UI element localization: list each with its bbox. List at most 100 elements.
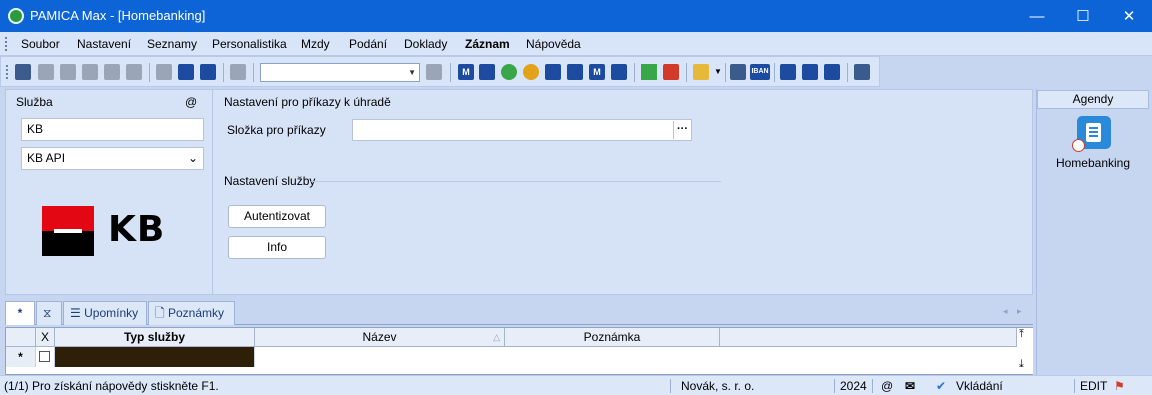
agendy-header[interactable]: Agendy	[1037, 90, 1149, 109]
menu-seznamy[interactable]: Seznamy	[147, 37, 197, 51]
m-filter-icon[interactable]	[479, 64, 495, 80]
red-flag-icon: ⚑	[1114, 379, 1125, 393]
toolbar-combo[interactable]: ▼	[260, 63, 420, 82]
bottom-tab-strip: * ⧖ ☰ Upomínky 🗋 Poznámky ◂ ▸	[5, 301, 1033, 325]
orange-user-icon[interactable]	[523, 64, 539, 80]
maximize-button[interactable]: ☐	[1060, 0, 1106, 32]
service-type-value: KB API	[27, 151, 66, 165]
row-checkbox[interactable]	[39, 351, 50, 362]
grid-header-poznamka[interactable]: Poznámka	[505, 328, 720, 347]
menu-doklady[interactable]: Doklady	[404, 37, 447, 51]
menu-zaznam[interactable]: Záznam	[465, 37, 510, 51]
menu-grip	[5, 37, 7, 51]
grid-x-header[interactable]: X	[36, 328, 55, 347]
tab-upominky[interactable]: ☰ Upomínky	[63, 301, 147, 325]
list2-icon[interactable]	[824, 64, 840, 80]
new-record-icon[interactable]	[15, 64, 31, 80]
folder-label: Složka pro příkazy	[227, 123, 326, 137]
tab-scroll-left-icon[interactable]: ◂	[1003, 306, 1008, 317]
menu-podani[interactable]: Podání	[349, 37, 387, 51]
status-mode: Vkládání	[956, 379, 1003, 393]
authenticate-button[interactable]: Autentizovat	[228, 205, 326, 228]
menu-soubor[interactable]: Soubor	[21, 37, 60, 51]
filter-icon[interactable]	[426, 64, 442, 80]
chevron-down-icon: ⌄	[187, 151, 198, 165]
title-bar: PAMICA Max - [Homebanking] — ☐ ✕	[0, 0, 1152, 32]
folder-path-input[interactable]	[352, 119, 692, 141]
payments-heading: Nastavení pro příkazy k úhradě	[224, 95, 391, 109]
tab-filter[interactable]: ⧖	[36, 301, 62, 325]
status-edit: EDIT	[1080, 379, 1108, 393]
menu-nastaveni[interactable]: Nastavení	[77, 37, 131, 51]
folder-dropdown-icon[interactable]: ▼	[714, 67, 722, 76]
check-month-icon[interactable]	[567, 64, 583, 80]
list-icon: ☰	[70, 306, 81, 320]
m-add-icon[interactable]	[611, 64, 627, 80]
section-divider	[311, 181, 721, 182]
app-logo-icon	[8, 8, 24, 24]
green-user-icon[interactable]	[501, 64, 517, 80]
info-button[interactable]: Info	[228, 236, 326, 259]
toolbar-separator	[847, 63, 848, 82]
print-preview-icon[interactable]	[82, 64, 98, 80]
status-separator	[872, 379, 873, 393]
calculator-icon[interactable]	[730, 64, 746, 80]
tab-poznamky[interactable]: 🗋 Poznámky	[148, 301, 235, 325]
sort-icon: △	[493, 332, 500, 342]
paste-icon[interactable]	[230, 64, 246, 80]
homebanking-label[interactable]: Homebanking	[1037, 156, 1149, 170]
at-sign-label: @	[185, 95, 198, 109]
kb-logo-text: KB	[108, 209, 166, 250]
tab-all[interactable]: *	[5, 301, 35, 325]
folder-icon[interactable]	[693, 64, 709, 80]
grid-header-typ-sluzby[interactable]: Typ služby	[55, 328, 255, 347]
window-icon[interactable]	[780, 64, 796, 80]
status-separator	[670, 379, 671, 393]
grid-scrollbar[interactable]: ⤒ ⤓	[1017, 328, 1033, 374]
export-icon[interactable]	[104, 64, 120, 80]
kb-logo-icon	[42, 206, 94, 256]
toolbar-separator	[774, 63, 775, 82]
delete-icon[interactable]	[126, 64, 142, 80]
page-icon[interactable]	[156, 64, 172, 80]
calendar-icon[interactable]	[545, 64, 561, 80]
m-report-icon[interactable]: M	[458, 64, 474, 80]
save-all-icon[interactable]	[200, 64, 216, 80]
scroll-bottom-icon[interactable]: ⤓	[1019, 358, 1024, 371]
green-flag-icon[interactable]	[641, 64, 657, 80]
list-icon[interactable]	[802, 64, 818, 80]
grid-header-empty	[720, 328, 1017, 347]
browse-button[interactable]: ···	[673, 121, 691, 139]
red-flag-icon[interactable]	[663, 64, 679, 80]
typ-sluzby-cell[interactable]	[55, 347, 255, 367]
toolbar-separator	[725, 63, 726, 82]
status-help-text: (1/1) Pro získání nápovědy stiskněte F1.	[4, 379, 219, 393]
service-type-select[interactable]: KB API ⌄	[21, 147, 204, 170]
toolbar: ▼ M M ▼ IBAN	[0, 56, 880, 87]
scroll-top-icon[interactable]: ⤒	[1019, 328, 1024, 341]
menu-mzdy[interactable]: Mzdy	[301, 37, 330, 51]
homebanking-icon[interactable]	[1072, 116, 1111, 152]
toolbar-separator	[450, 63, 451, 82]
status-company: Novák, s. r. o.	[681, 379, 755, 393]
print-icon[interactable]	[60, 64, 76, 80]
copy-icon[interactable]	[38, 64, 54, 80]
row-checkbox-cell	[36, 347, 55, 367]
help-cursor-icon[interactable]	[854, 64, 870, 80]
menu-bar: Soubor Nastavení Seznamy Personalistika …	[0, 32, 1152, 56]
minimize-button[interactable]: —	[1014, 0, 1060, 32]
tab-scroll-right-icon[interactable]: ▸	[1017, 306, 1022, 317]
save-icon[interactable]	[178, 64, 194, 80]
grid-header-nazev[interactable]: Název △	[255, 328, 505, 347]
menu-personalistika[interactable]: Personalistika	[212, 37, 287, 51]
toolbar-separator	[686, 63, 687, 82]
filter-icon: ⧖	[43, 306, 52, 320]
m-box-icon[interactable]: M	[589, 64, 605, 80]
service-section-label: Služba	[16, 95, 53, 109]
iban-icon[interactable]: IBAN	[750, 64, 770, 80]
mail-icon[interactable]: ✉	[905, 379, 915, 393]
menu-napoveda[interactable]: Nápověda	[526, 37, 581, 51]
service-name-field[interactable]: KB	[21, 118, 204, 141]
close-button[interactable]: ✕	[1106, 0, 1152, 32]
status-separator	[834, 379, 835, 393]
